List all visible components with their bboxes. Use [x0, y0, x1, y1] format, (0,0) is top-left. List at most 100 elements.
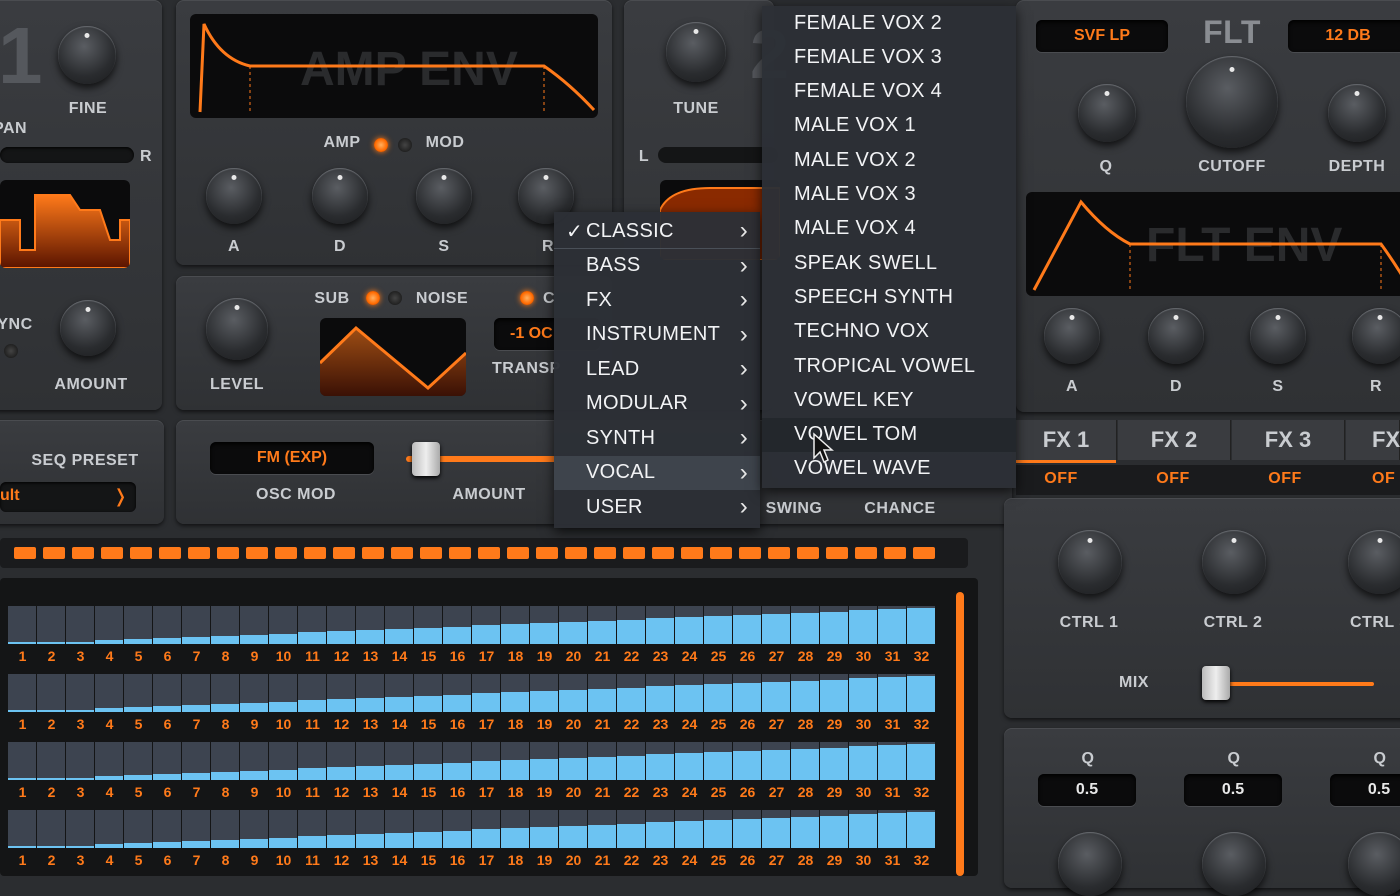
- step-cell[interactable]: [733, 606, 761, 644]
- step-cell[interactable]: [791, 810, 819, 848]
- step-cell[interactable]: [356, 674, 384, 712]
- vocal-preset-item[interactable]: MALE VOX 4: [762, 212, 1016, 246]
- q3-value[interactable]: 0.5: [1330, 774, 1400, 806]
- category-item-synth[interactable]: SYNTH ›: [554, 421, 760, 455]
- step-cell[interactable]: [501, 742, 529, 780]
- fx-bottom-knob-2[interactable]: [1202, 832, 1266, 896]
- step-cell[interactable]: [646, 674, 674, 712]
- step-cell[interactable]: [907, 674, 935, 712]
- step-cell[interactable]: [182, 742, 210, 780]
- step-cell[interactable]: [849, 674, 877, 712]
- step-cell[interactable]: [530, 674, 558, 712]
- step-cell[interactable]: [240, 742, 268, 780]
- step-cell[interactable]: [240, 606, 268, 644]
- step-cell[interactable]: [733, 674, 761, 712]
- step-cell[interactable]: [124, 674, 152, 712]
- step-cell[interactable]: [530, 606, 558, 644]
- step-cell[interactable]: [530, 742, 558, 780]
- step-cell[interactable]: [472, 674, 500, 712]
- step-cell[interactable]: [646, 742, 674, 780]
- step-cell[interactable]: [617, 742, 645, 780]
- step-cell[interactable]: [269, 810, 297, 848]
- cutoff-knob[interactable]: [1186, 56, 1278, 148]
- step-cell[interactable]: [501, 810, 529, 848]
- step-cell[interactable]: [907, 606, 935, 644]
- step-cell[interactable]: [385, 810, 413, 848]
- step-cell[interactable]: [675, 810, 703, 848]
- step-cell[interactable]: [820, 606, 848, 644]
- step-cell[interactable]: [820, 810, 848, 848]
- step-cell[interactable]: [443, 674, 471, 712]
- step-cell[interactable]: [907, 810, 935, 848]
- step-cell[interactable]: [124, 742, 152, 780]
- step-cell[interactable]: [66, 606, 94, 644]
- step-cell[interactable]: [153, 742, 181, 780]
- step-cell[interactable]: [8, 606, 36, 644]
- vocal-preset-item[interactable]: SPEECH SYNTH: [762, 280, 1016, 314]
- amp-decay-knob[interactable]: [312, 168, 368, 224]
- step-cell[interactable]: [182, 810, 210, 848]
- category-item-bass[interactable]: BASS ›: [554, 249, 760, 283]
- step-cell[interactable]: [414, 674, 442, 712]
- step-cell[interactable]: [791, 674, 819, 712]
- step-cell[interactable]: [443, 742, 471, 780]
- tab-fx4[interactable]: FX: [1346, 420, 1400, 460]
- step-cell[interactable]: [414, 606, 442, 644]
- step-cell[interactable]: [675, 742, 703, 780]
- pan-slider[interactable]: [0, 147, 134, 163]
- step-cell[interactable]: [124, 810, 152, 848]
- step-cell[interactable]: [182, 674, 210, 712]
- step-cell[interactable]: [530, 810, 558, 848]
- depth-knob[interactable]: [1328, 84, 1386, 142]
- step-cell[interactable]: [8, 810, 36, 848]
- amount-knob[interactable]: [60, 300, 116, 356]
- flt-decay-knob[interactable]: [1148, 308, 1204, 364]
- vocal-preset-item[interactable]: SPEAK SWELL: [762, 246, 1016, 280]
- step-cell[interactable]: [385, 674, 413, 712]
- step-cell[interactable]: [37, 606, 65, 644]
- mix-handle[interactable]: [1202, 666, 1230, 700]
- level-knob[interactable]: [206, 298, 268, 360]
- category-item-vocal[interactable]: VOCAL ›: [554, 455, 760, 490]
- step-cell[interactable]: [617, 810, 645, 848]
- vocal-preset-item[interactable]: MALE VOX 1: [762, 109, 1016, 143]
- step-cell[interactable]: [617, 606, 645, 644]
- flt-sustain-knob[interactable]: [1250, 308, 1306, 364]
- step-cell[interactable]: [762, 742, 790, 780]
- tune-knob[interactable]: [666, 22, 726, 82]
- step-cell[interactable]: [240, 674, 268, 712]
- filter-type-display[interactable]: SVF LP: [1036, 20, 1168, 52]
- step-cell[interactable]: [269, 674, 297, 712]
- step-cell[interactable]: [501, 606, 529, 644]
- step-cell[interactable]: [559, 810, 587, 848]
- step-cell[interactable]: [95, 810, 123, 848]
- step-cell[interactable]: [646, 606, 674, 644]
- step-cell[interactable]: [849, 606, 877, 644]
- step-cell[interactable]: [878, 810, 906, 848]
- amp-attack-knob[interactable]: [206, 168, 262, 224]
- step-cell[interactable]: [8, 742, 36, 780]
- step-cell[interactable]: [327, 606, 355, 644]
- c-led[interactable]: [520, 291, 534, 305]
- ctrl3-knob[interactable]: [1348, 530, 1400, 594]
- step-cell[interactable]: [907, 742, 935, 780]
- step-cell[interactable]: [820, 674, 848, 712]
- step-cell[interactable]: [443, 810, 471, 848]
- vocal-preset-item[interactable]: TROPICAL VOWEL: [762, 349, 1016, 383]
- step-cell[interactable]: [675, 674, 703, 712]
- fx1-state[interactable]: OFF: [1016, 470, 1106, 488]
- ctrl2-knob[interactable]: [1202, 530, 1266, 594]
- fx3-state[interactable]: OFF: [1240, 470, 1330, 488]
- step-cell[interactable]: [878, 674, 906, 712]
- step-cell[interactable]: [762, 674, 790, 712]
- category-item-classic[interactable]: ✓ CLASSIC ›: [554, 214, 760, 249]
- step-cell[interactable]: [588, 674, 616, 712]
- step-cell[interactable]: [414, 742, 442, 780]
- ctrl1-knob[interactable]: [1058, 530, 1122, 594]
- step-cell[interactable]: [298, 742, 326, 780]
- step-cell[interactable]: [704, 606, 732, 644]
- step-cell[interactable]: [733, 742, 761, 780]
- step-cell[interactable]: [762, 606, 790, 644]
- step-cell[interactable]: [66, 810, 94, 848]
- category-item-modular[interactable]: MODULAR ›: [554, 387, 760, 421]
